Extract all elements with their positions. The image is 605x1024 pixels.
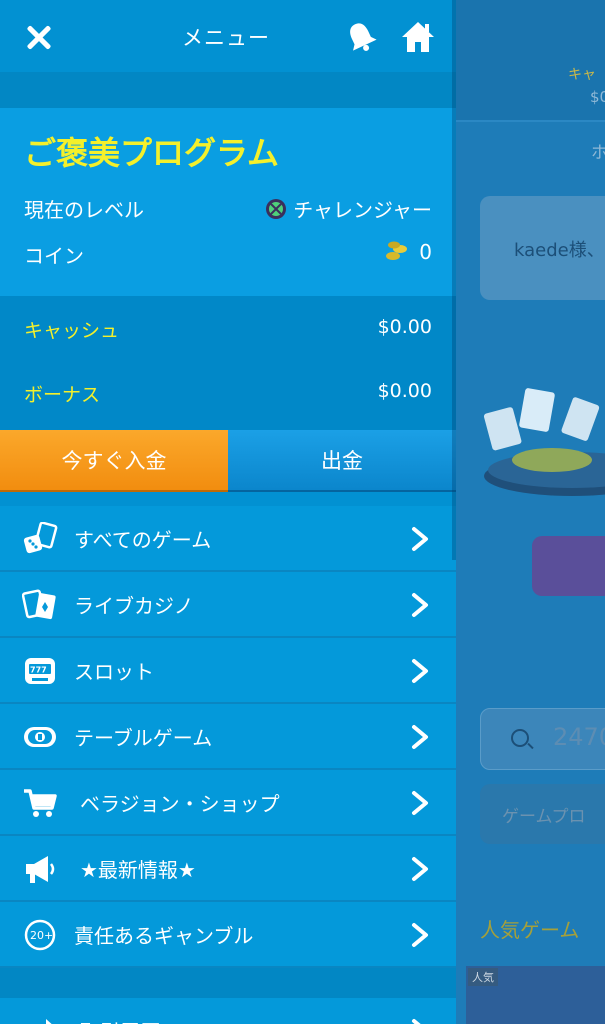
close-icon[interactable]	[24, 22, 56, 54]
nav-label-news: ★最新情報★	[80, 858, 196, 882]
background-cash-label: キャ	[568, 67, 596, 83]
side-menu: メニュー ご褒美プログラム 現在のレベル チャレンジャー コイン 0 キャッシュ…	[0, 0, 456, 1024]
coins-icon	[386, 241, 408, 260]
svg-text:20+: 20+	[30, 929, 53, 942]
nav-label-live-casino: ライブカジノ	[74, 594, 194, 618]
nav-label-responsible-gambling: 責任あるギャンブル	[74, 924, 254, 948]
chevron-right-icon	[412, 1019, 421, 1024]
menu-title: メニュー	[182, 26, 270, 50]
chevron-right-icon	[412, 593, 428, 617]
background-provider-label: ゲームプロ	[502, 807, 586, 827]
bonus-label: ボーナス	[24, 384, 101, 406]
search-icon	[511, 729, 529, 747]
shopping-cart-icon	[24, 789, 57, 817]
transfer-arrows-icon	[46, 1019, 52, 1024]
casino-table-illustration	[483, 388, 605, 496]
slot-machine-icon: 777	[25, 658, 55, 684]
age-20-icon: 20+	[24, 919, 56, 951]
header-spacer	[0, 72, 456, 108]
background-provider-button: ゲームプロ	[480, 784, 605, 844]
nav-item-news[interactable]: ★最新情報★	[0, 836, 456, 902]
menu-header: メニュー	[0, 0, 456, 72]
dice-cards-icon	[23, 522, 58, 554]
reward-program-panel: ご褒美プログラム 現在のレベル チャレンジャー コイン 0	[0, 108, 456, 296]
nav-item-live-casino[interactable]: ライブカジノ	[0, 572, 456, 638]
background-greeting-card: kaede様、	[480, 196, 605, 300]
poker-chip-icon	[24, 727, 56, 747]
nav-item-slots[interactable]: 777 スロット	[0, 638, 456, 704]
nav-label-slots: スロット	[74, 660, 154, 684]
background-game-tag: 人気	[468, 968, 498, 986]
nav-item-table-games[interactable]: テーブルゲーム	[0, 704, 456, 770]
bell-icon[interactable]	[344, 20, 378, 54]
nav-item-responsible-gambling[interactable]: 20+ 責任あるギャンブル	[0, 902, 456, 968]
chevron-right-icon	[412, 923, 428, 947]
current-level-value: チャレンジャー	[265, 194, 432, 223]
coin-count: 0	[419, 240, 432, 264]
bonus-value: $0.00	[377, 380, 432, 402]
menu-scrollbar[interactable]	[452, 0, 456, 560]
nav-label-transaction-history: 取引履歴	[80, 1016, 160, 1024]
nav-item-all-games[interactable]: すべてのゲーム	[0, 506, 456, 572]
nav-list: すべてのゲーム ライブカジノ 777 スロット テーブルゲーム ベラジョン・ショ…	[0, 506, 456, 1024]
nav-item-shop[interactable]: ベラジョン・ショップ	[0, 770, 456, 836]
background-purple-button	[532, 536, 605, 596]
current-level-text: チャレンジャー	[293, 198, 432, 222]
balance-panel: キャッシュ $0.00 ボーナス $0.00	[0, 296, 456, 430]
megaphone-icon	[26, 856, 55, 883]
coin-label: コイン	[24, 244, 84, 268]
chevron-right-icon	[412, 527, 428, 551]
nav-item-transaction-history[interactable]: 取引履歴	[0, 998, 456, 1024]
nav-separator	[0, 968, 456, 998]
coin-value: 0	[385, 240, 432, 264]
section-gap	[0, 492, 456, 506]
svg-text:777: 777	[30, 666, 47, 675]
background-popular-title: 人気ゲーム	[480, 918, 580, 942]
nav-label-all-games: すべてのゲーム	[74, 528, 212, 552]
nav-label-table-games: テーブルゲーム	[74, 726, 213, 750]
background-divider	[456, 120, 605, 122]
chevron-right-icon	[412, 857, 428, 881]
background-header	[456, 0, 605, 120]
nav-label-shop: ベラジョン・ショップ	[80, 792, 280, 816]
background-cash-value: $0	[590, 88, 605, 106]
background-greeting-text: kaede様、	[514, 240, 605, 261]
background-game-thumbnail: 人気	[466, 966, 605, 1024]
cash-label: キャッシュ	[24, 320, 120, 342]
level-badge-icon	[266, 199, 287, 219]
chevron-right-icon	[412, 725, 428, 749]
background-tab: ホ	[591, 143, 605, 163]
home-icon[interactable]	[400, 20, 436, 54]
withdraw-button[interactable]: 出金	[228, 430, 456, 492]
background-search-box: 2470	[480, 708, 605, 770]
deposit-now-button[interactable]: 今すぐ入金	[0, 430, 228, 492]
cash-value: $0.00	[377, 316, 432, 338]
reward-program-title: ご褒美プログラム	[24, 134, 280, 172]
background-search-value: 2470	[553, 723, 605, 751]
chevron-right-icon	[412, 791, 428, 815]
playing-cards-icon	[22, 589, 56, 620]
chevron-right-icon	[412, 659, 428, 683]
current-level-label: 現在のレベル	[24, 198, 144, 222]
